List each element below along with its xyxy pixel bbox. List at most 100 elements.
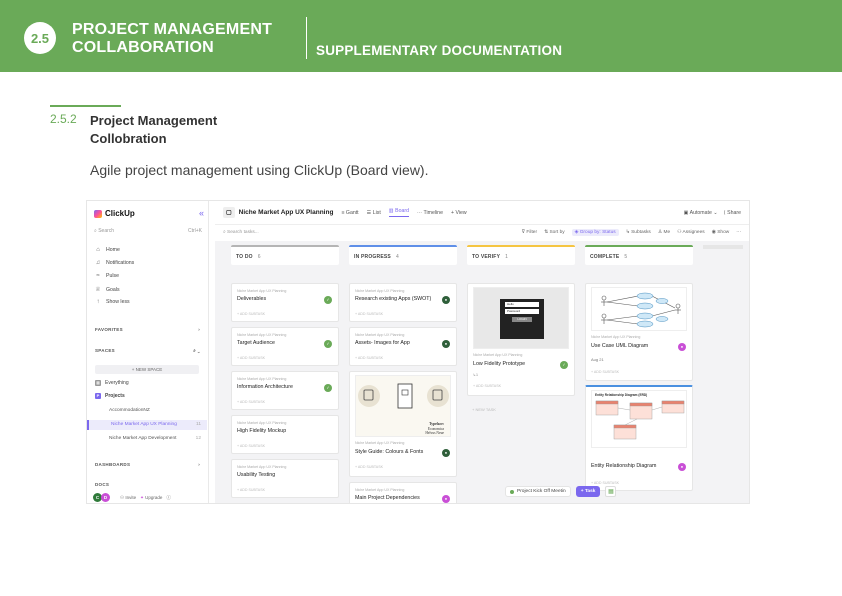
filter-label: Filter [526, 229, 538, 235]
new-task-button[interactable]: + NEW TASK [472, 407, 496, 412]
list-item-app-development[interactable]: Niche Market App Development 12 [87, 434, 207, 444]
spaces-label: SPACES [95, 348, 115, 353]
task-card[interactable]: Typeface: Economica Helvus Neue Niche Ma… [349, 371, 457, 477]
group-icon: ◈ [574, 229, 579, 235]
me-button[interactable]: ♙ Me [658, 230, 670, 235]
task-crumb: Niche Market App UX Planning [355, 488, 405, 492]
column-title: IN PROGRESS [354, 254, 391, 260]
section-title-line1: PROJECT MANAGEMENT [72, 21, 273, 38]
task-card[interactable]: Niche Market App UX Planning Usability T… [231, 459, 339, 498]
help-icon[interactable]: ⓘ [166, 495, 171, 501]
tab-timeline[interactable]: ⋯ Timeline [417, 210, 443, 216]
column-todo: TO DO 6 Niche Market App UX Planning Deli… [231, 245, 339, 503]
task-title: Assets- Images for App [355, 340, 410, 346]
assignee-avatar[interactable]: ● [678, 463, 686, 471]
spaces-section[interactable]: SPACES ⌕ ⌄ [95, 348, 200, 353]
add-task-button[interactable]: + Task [575, 486, 601, 497]
tab-gantt[interactable]: ≡ Gantt [341, 210, 358, 216]
automate-button[interactable]: ▣ Automate ⌄ [684, 210, 718, 216]
clickup-logo[interactable]: ClickUp [94, 209, 135, 218]
task-card[interactable]: Niche Market App UX Planning Main Projec… [349, 482, 457, 503]
task-card[interactable]: Niche Market App UX Planning Use Case UM… [585, 283, 693, 381]
more-icon[interactable]: ⋯ [736, 230, 741, 235]
upgrade-button[interactable]: ✦ Upgrade [140, 495, 162, 501]
show-button[interactable]: ◉ Show [712, 230, 730, 235]
task-crumb: Niche Market App UX Planning [591, 335, 641, 339]
sidebar-item-everything[interactable]: ▦ Everything [95, 380, 129, 386]
list-item-count: 12 [195, 436, 201, 441]
doc-pill-label: Project Kick Off Meetin [517, 489, 566, 494]
uml-diagram-image [601, 292, 681, 328]
assignee-avatar[interactable]: ● [442, 340, 450, 348]
sidebar-item-projects[interactable]: P Projects [95, 393, 125, 399]
assignee-avatar[interactable]: ● [442, 449, 450, 457]
column-title: COMPLETE [590, 254, 620, 260]
docs-label: DOCS [95, 482, 110, 487]
avatar[interactable]: D [101, 493, 110, 502]
section-header-bar: 2.5 PROJECT MANAGEMENT COLLABORATION SUP… [0, 0, 842, 72]
task-card[interactable]: Entity Relationship Diagram (ERD) Entity… [585, 385, 693, 491]
sidebar-item-pulse[interactable]: ≈ Pulse [95, 273, 119, 279]
assignee-avatar[interactable]: ✓ [324, 384, 332, 392]
new-space-button[interactable]: + NEW SPACE [95, 365, 199, 374]
folder-icon: ▢ [223, 207, 235, 218]
task-crumb: Niche Market App UX Planning [355, 289, 405, 293]
assignees-button[interactable]: ⚇ Assignees [677, 230, 705, 235]
upgrade-label: Upgrade [145, 494, 163, 500]
group-label: Group by: Status [579, 229, 616, 235]
sidebar-item-goals[interactable]: ♕ Goals [95, 286, 119, 294]
add-subtask-button: + ADD SUBTASK [237, 444, 265, 448]
task-card[interactable]: Niche Market App UX Planning Target Audi… [231, 327, 339, 366]
assignee-avatar[interactable]: ✓ [324, 296, 332, 304]
assignees-label: Assignees [682, 229, 705, 235]
task-crumb: Niche Market App UX Planning [237, 289, 287, 293]
add-view-button[interactable]: + View [451, 210, 467, 216]
subsection-title-line2: Collobration [90, 131, 167, 146]
subtasks-button[interactable]: ↳ Subtasks [626, 230, 651, 235]
assignee-avatar[interactable]: ● [678, 343, 686, 351]
sidebar-item-show-less[interactable]: ↑ Show less [95, 299, 130, 305]
task-search-input[interactable]: ⌕ Search tasks... [223, 229, 515, 235]
task-card[interactable]: Niche Market App UX Planning Assets- Ima… [349, 327, 457, 366]
task-card[interactable]: Niche Market App UX Planning Research ex… [349, 283, 457, 322]
docs-section[interactable]: DOCS [95, 482, 200, 487]
invite-button[interactable]: ⚇ Invite [120, 495, 136, 501]
dashboards-section[interactable]: DASHBOARDS › [95, 462, 200, 467]
assignee-avatar[interactable]: ✓ [560, 361, 568, 369]
share-button[interactable]: ⟨ Share [724, 210, 741, 216]
task-card[interactable]: Niche Market App UX Planning Deliverable… [231, 283, 339, 322]
assignee-avatar[interactable]: ● [442, 495, 450, 503]
group-by-button[interactable]: ◈ Group by: Status [571, 228, 619, 236]
task-card[interactable]: Niche Market App UX Planning High Fideli… [231, 415, 339, 454]
list-item-accommodation[interactable]: AccommodationNZ [87, 406, 207, 416]
sidebar-search-input[interactable]: ⌕ Search Ctrl+K [94, 228, 202, 238]
sidebar-item-label: Show less [106, 299, 130, 305]
sidebar-item-home[interactable]: ⌂ Home [95, 247, 120, 253]
sort-button[interactable]: ⇅ Sort by [544, 230, 565, 235]
task-crumb: Niche Market App UX Planning [473, 353, 523, 357]
doc-pill[interactable]: Project Kick Off Meetin [505, 486, 571, 497]
sidebar-item-notifications[interactable]: ♫ Notifications [95, 260, 135, 266]
subtask-count: ↳1 [473, 373, 478, 377]
tab-board[interactable]: ▥ Board [388, 208, 409, 217]
filter-button[interactable]: ⊽ Filter [522, 230, 538, 235]
project-title[interactable]: ▢ Niche Market App UX Planning [223, 207, 333, 218]
task-card[interactable]: Niche Market App UX Planning Information… [231, 371, 339, 410]
assignee-avatar[interactable]: ● [442, 296, 450, 304]
collapse-sidebar-icon[interactable]: « [199, 208, 204, 218]
task-card[interactable]: Hello Password LOGIN Niche Market App UX… [467, 283, 575, 396]
favorites-section[interactable]: FAVORITES › [95, 327, 200, 332]
column-header[interactable]: TO VERIFY 1 [467, 245, 575, 265]
column-header[interactable]: IN PROGRESS 4 [349, 245, 457, 265]
list-item-ux-planning[interactable]: Niche Market App UX Planning 11 [87, 420, 207, 430]
people-icon: ⚇ [120, 494, 125, 500]
gantt-icon: ≡ [341, 209, 345, 216]
tab-list[interactable]: ☰ List [367, 210, 381, 216]
apps-grid-icon[interactable]: ▦ [605, 486, 617, 497]
column-header[interactable]: TO DO 6 [231, 245, 339, 265]
task-title: Usability Testing [237, 472, 276, 478]
assignee-avatar[interactable]: ✓ [324, 340, 332, 348]
bottom-toolbar: Project Kick Off Meetin + Task ▦ [505, 486, 617, 497]
column-header[interactable]: COMPLETE 5 [585, 245, 693, 265]
clickup-sidebar: ClickUp « ⌕ Search Ctrl+K ⌂ Home ♫ Notific… [87, 201, 209, 503]
